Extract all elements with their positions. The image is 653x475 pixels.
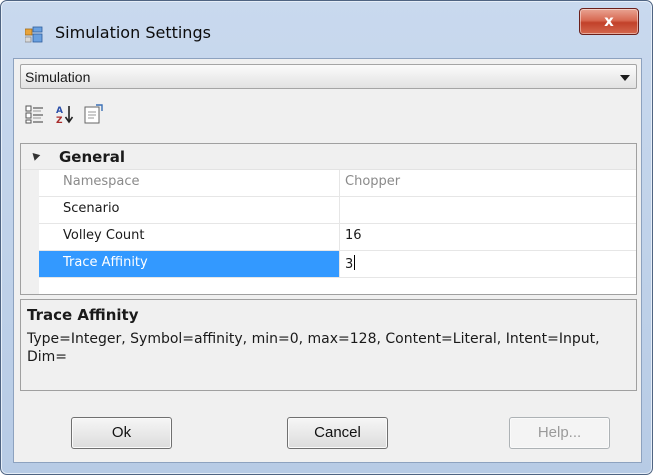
window-title: Simulation Settings xyxy=(55,23,211,42)
property-row-trace-affinity[interactable]: Trace Affinity 3 xyxy=(39,251,636,278)
title-bar[interactable]: Simulation Settings x xyxy=(1,1,652,51)
text-caret xyxy=(354,255,356,270)
property-row-scenario[interactable]: Scenario xyxy=(39,197,636,224)
property-value: Chopper xyxy=(345,174,401,189)
property-value-text: 3 xyxy=(345,257,354,272)
category-row-general[interactable]: General xyxy=(21,144,636,170)
cancel-button[interactable]: Cancel xyxy=(287,417,388,449)
description-title: Trace Affinity xyxy=(27,306,139,324)
close-button[interactable]: x xyxy=(579,8,639,35)
chevron-down-icon[interactable] xyxy=(620,75,630,81)
property-name: Scenario xyxy=(39,197,340,223)
ok-button[interactable]: Ok xyxy=(71,417,172,449)
alphabetical-sort-icon[interactable]: A Z xyxy=(54,103,76,125)
collapse-triangle-icon[interactable] xyxy=(29,150,41,161)
property-name: Trace Affinity xyxy=(39,251,340,277)
property-name: Namespace xyxy=(39,170,340,196)
dialog-window: Simulation Settings x Simulation A Z Gen… xyxy=(0,0,653,475)
dialog-client-area: Simulation A Z General Namespace Chopper… xyxy=(13,58,642,463)
description-text: Type=Integer, Symbol=affinity, min=0, ma… xyxy=(27,331,600,365)
svg-text:Z: Z xyxy=(56,116,63,125)
property-value-input[interactable] xyxy=(341,197,636,223)
object-selector-value: Simulation xyxy=(25,69,91,85)
categorized-view-icon[interactable] xyxy=(24,103,46,125)
property-value-input[interactable]: 16 xyxy=(341,224,636,250)
close-icon: x xyxy=(604,12,614,30)
svg-text:A: A xyxy=(56,106,63,116)
property-grid-toolbar: A Z xyxy=(20,95,637,139)
property-value-editor[interactable]: 3 xyxy=(341,251,636,277)
category-label: General xyxy=(59,148,125,166)
object-selector-dropdown[interactable]: Simulation xyxy=(20,64,637,89)
property-row-volley-count[interactable]: Volley Count 16 xyxy=(39,224,636,251)
property-grid: General Namespace Chopper Scenario Volle… xyxy=(20,143,637,295)
property-name: Volley Count xyxy=(39,224,340,250)
property-pages-icon[interactable] xyxy=(82,103,104,125)
app-window-icon xyxy=(25,26,43,43)
property-row-namespace[interactable]: Namespace Chopper xyxy=(39,170,636,197)
help-button[interactable]: Help... xyxy=(509,417,610,449)
property-description-panel: Trace Affinity Type=Integer, Symbol=affi… xyxy=(20,299,637,391)
